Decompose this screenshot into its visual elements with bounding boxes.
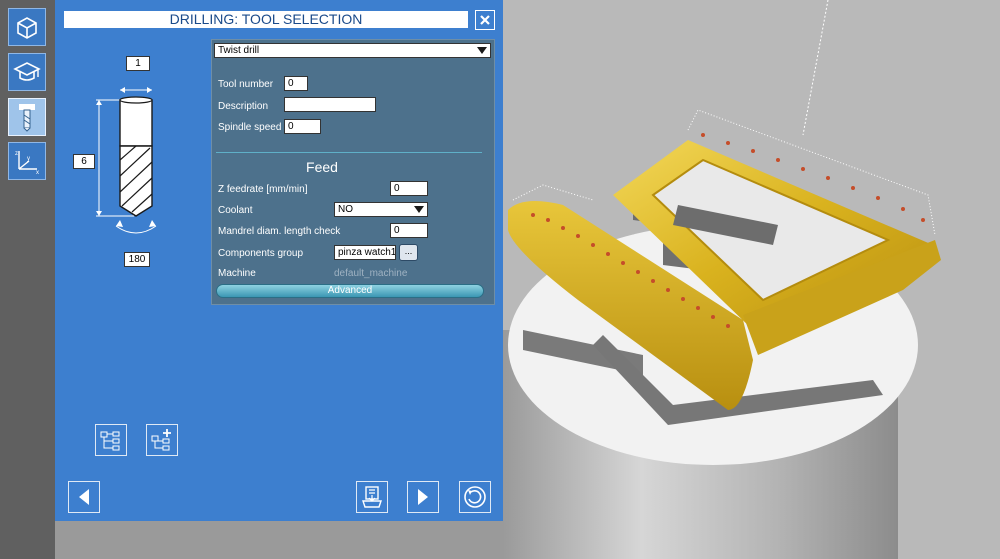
forward-arrow-icon — [418, 489, 428, 505]
machine-label: Machine — [218, 268, 256, 279]
refresh-button[interactable] — [459, 481, 491, 513]
close-button[interactable] — [475, 10, 495, 30]
panel-bottom-gap — [55, 521, 503, 559]
coolant-select[interactable]: NO — [334, 202, 428, 217]
coolant-label: Coolant — [218, 205, 253, 216]
description-label: Description — [218, 101, 269, 112]
save-icon — [362, 486, 382, 508]
wizard-button[interactable] — [8, 53, 46, 91]
tree-add-button[interactable] — [146, 424, 178, 456]
spindle-speed-input[interactable]: 0 — [284, 119, 321, 134]
mandrel-check-label: Mandrel diam. length check — [218, 226, 341, 237]
mandrel-check-input[interactable]: 0 — [390, 223, 428, 238]
tree-collapse-button[interactable] — [95, 424, 127, 456]
svg-text:x: x — [36, 170, 39, 175]
graduation-cap-icon — [13, 62, 41, 81]
svg-text:z: z — [15, 151, 18, 157]
chevron-down-icon — [477, 47, 487, 54]
description-input[interactable] — [284, 97, 376, 112]
components-group-browse-button[interactable]: ... — [399, 244, 418, 261]
tool-number-input[interactable]: 0 — [284, 76, 308, 91]
components-group-input[interactable]: pinza watch1 — [334, 245, 396, 260]
back-arrow-icon — [79, 489, 89, 505]
svg-text:y: y — [27, 156, 30, 162]
left-toolbar: z y x — [0, 0, 55, 559]
coolant-value: NO — [338, 204, 353, 215]
window-title: DRILLING: TOOL SELECTION — [64, 11, 468, 28]
cube-view-button[interactable] — [8, 8, 46, 46]
tool-type-select[interactable]: Twist drill — [214, 43, 491, 58]
tool-button[interactable] — [8, 98, 46, 136]
close-icon — [480, 15, 490, 25]
z-feedrate-input[interactable]: 0 — [390, 181, 428, 196]
forward-button[interactable] — [407, 481, 439, 513]
tool-type-value: Twist drill — [218, 45, 260, 56]
machine-value: default_machine — [334, 268, 408, 279]
drill-tool-icon — [19, 104, 35, 132]
spindle-speed-label: Spindle speed — [218, 122, 282, 133]
components-group-label: Components group — [218, 248, 304, 259]
feed-heading: Feed — [306, 159, 338, 175]
z-feedrate-label: Z feedrate [mm/min] — [218, 184, 308, 195]
advanced-button[interactable]: Advanced — [216, 284, 484, 298]
tool-length-value[interactable]: 1 — [126, 56, 150, 71]
3d-viewport[interactable] — [503, 0, 1000, 559]
cube-icon — [17, 17, 37, 39]
refresh-icon — [464, 486, 486, 508]
axis-button[interactable]: z y x — [8, 142, 46, 180]
drill-diagram — [96, 87, 157, 234]
tree-collapse-icon — [100, 431, 120, 451]
save-button[interactable] — [356, 481, 388, 513]
feed-divider — [216, 152, 482, 153]
tool-number-label: Tool number — [218, 79, 274, 90]
axis-icon: z y x — [15, 151, 39, 175]
tree-add-icon — [151, 429, 171, 451]
back-button[interactable] — [68, 481, 100, 513]
tool-angle-value[interactable]: 180 — [124, 252, 150, 267]
chevron-down-icon — [414, 206, 424, 213]
